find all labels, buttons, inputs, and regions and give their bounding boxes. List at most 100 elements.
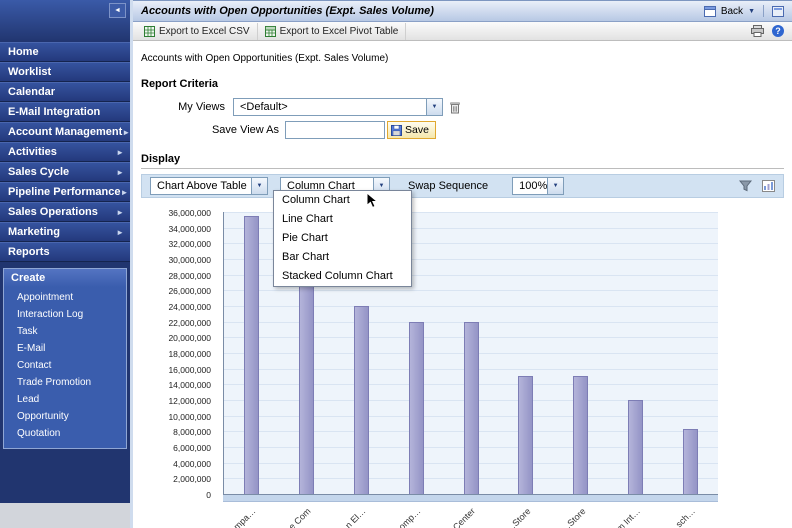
- sidebar-item-label: Calendar: [8, 86, 56, 98]
- create-link-quotation[interactable]: Quotation: [4, 425, 126, 442]
- export-pivot-button[interactable]: Export to Excel Pivot Table: [258, 22, 407, 40]
- zoom-value: 100%: [519, 180, 548, 192]
- sidebar-item-marketing[interactable]: Marketing ►: [0, 222, 130, 242]
- app-window: ◄ Home Worklist Calendar E-Mail Integration…: [0, 0, 792, 528]
- save-view-button[interactable]: Save: [387, 121, 436, 139]
- chart-settings-icon[interactable]: [762, 180, 775, 192]
- y-axis-tick-label: 36,000,000: [168, 208, 211, 218]
- create-link-opportunity[interactable]: Opportunity: [4, 408, 126, 425]
- my-views-dropdown-arrow-icon[interactable]: ▼: [426, 99, 442, 115]
- export-csv-button[interactable]: Export to Excel CSV: [137, 22, 258, 40]
- titlebar-separator: [763, 5, 764, 17]
- y-axis-tick-label: 14,000,000: [168, 380, 211, 391]
- chart-bar[interactable]: [573, 376, 589, 494]
- export-pivot-label: Export to Excel Pivot Table: [279, 25, 399, 37]
- create-link-lead[interactable]: Lead: [4, 391, 126, 408]
- sidebar-collapse-button[interactable]: ◄: [109, 3, 126, 18]
- sidebar-item-sales-operations[interactable]: Sales Operations ►: [0, 202, 130, 222]
- chart-bar[interactable]: [243, 216, 259, 494]
- excel-pivot-icon: [264, 25, 276, 37]
- create-links: Appointment Interaction Log Task E-Mail Cont…: [4, 287, 126, 448]
- chart-type-option-stacked-column-chart[interactable]: Stacked Column Chart: [274, 267, 411, 286]
- sidebar-item-label: Reports: [8, 246, 50, 258]
- y-axis-tick-label: 10,000,000: [168, 411, 211, 422]
- help-icon[interactable]: ?: [772, 25, 784, 37]
- chart-bar[interactable]: [518, 376, 534, 494]
- export-csv-label: Export to Excel CSV: [159, 25, 250, 37]
- create-link-contact[interactable]: Contact: [4, 357, 126, 374]
- create-link-task[interactable]: Task: [4, 323, 126, 340]
- my-views-value: <Default>: [240, 101, 288, 113]
- sidebar-item-reports[interactable]: Reports: [0, 242, 130, 262]
- sidebar-item-activities[interactable]: Activities ►: [0, 142, 130, 162]
- save-view-input[interactable]: [285, 121, 385, 139]
- sidebar-item-pipeline-performance[interactable]: Pipeline Performance ►: [0, 182, 130, 202]
- report-subtitle: Accounts with Open Opportunities (Expt. …: [141, 53, 389, 64]
- sidebar-item-account-management[interactable]: Account Management ►: [0, 122, 130, 142]
- create-link-interaction-log[interactable]: Interaction Log: [4, 306, 126, 323]
- page-titlebar: Accounts with Open Opportunities (Expt. …: [133, 0, 792, 22]
- chart-layout-dropdown-arrow-icon[interactable]: ▼: [251, 178, 267, 194]
- create-link-appointment[interactable]: Appointment: [4, 289, 126, 306]
- sidebar-nav: Home Worklist Calendar E-Mail Integration Ac…: [0, 42, 130, 262]
- window-menu-icon[interactable]: [772, 5, 784, 17]
- back-window-icon[interactable]: [703, 5, 716, 17]
- chart-toolbar: Chart Above Table ▼ Column Chart ▼ Swap …: [141, 174, 784, 198]
- sidebar-item-label: Home: [8, 46, 39, 58]
- filter-icon[interactable]: [739, 180, 752, 192]
- y-axis-tick-label: 0: [206, 490, 211, 500]
- swap-sequence-button[interactable]: Swap Sequence: [408, 180, 488, 192]
- chart-bar[interactable]: [463, 322, 479, 494]
- y-axis-tick-label: 18,000,000: [168, 349, 211, 359]
- chart-type-option-pie-chart[interactable]: Pie Chart: [274, 229, 411, 248]
- chart-baseline-strip: [223, 495, 718, 502]
- chart-bar[interactable]: [628, 400, 644, 494]
- y-axis-tick-label: 32,000,000: [168, 239, 211, 250]
- my-views-label: My Views: [178, 101, 225, 113]
- sidebar-item-label: Marketing: [8, 226, 60, 238]
- sidebar-item-sales-cycle[interactable]: Sales Cycle ►: [0, 162, 130, 182]
- y-axis-tick-label: 6,000,000: [173, 443, 211, 453]
- x-axis-category-label: …sch…: [667, 506, 698, 528]
- my-views-select[interactable]: <Default> ▼: [233, 98, 443, 116]
- navigation-sidebar: ◄ Home Worklist Calendar E-Mail Integration…: [0, 0, 130, 528]
- chart-bar[interactable]: [408, 322, 424, 494]
- sidebar-item-label: Activities: [8, 146, 57, 158]
- zoom-select[interactable]: 100% ▼: [512, 177, 565, 195]
- delete-view-icon[interactable]: [449, 101, 461, 114]
- display-rule: [141, 168, 784, 169]
- chart-bar[interactable]: [353, 306, 369, 494]
- submenu-arrow-icon: ►: [116, 207, 124, 217]
- create-panel-title: Create: [4, 269, 126, 287]
- x-axis-category-label: …e Com: [280, 506, 313, 528]
- sidebar-item-label: Pipeline Performance: [8, 186, 121, 198]
- sidebar-item-calendar[interactable]: Calendar: [0, 82, 130, 102]
- y-axis-tick-label: 24,000,000: [168, 302, 211, 312]
- page-title: Accounts with Open Opportunities (Expt. …: [141, 5, 434, 17]
- chart-type-option-line-chart[interactable]: Line Chart: [274, 210, 411, 229]
- print-icon[interactable]: [751, 25, 764, 37]
- chart-type-option-column-chart[interactable]: Column Chart: [274, 191, 411, 210]
- chart-type-option-bar-chart[interactable]: Bar Chart: [274, 248, 411, 267]
- back-button[interactable]: Back: [721, 6, 743, 17]
- create-link-e-mail[interactable]: E-Mail: [4, 340, 126, 357]
- report-criteria-heading: Report Criteria: [141, 78, 219, 90]
- chart-layout-select[interactable]: Chart Above Table ▼: [150, 177, 268, 195]
- y-axis-tick-label: 30,000,000: [168, 255, 211, 265]
- zoom-dropdown-arrow-icon[interactable]: ▼: [547, 178, 564, 194]
- excel-icon: [144, 25, 155, 37]
- titlebar-controls: Back ▼: [703, 5, 784, 17]
- sidebar-item-worklist[interactable]: Worklist: [0, 62, 130, 82]
- chart-bar[interactable]: [683, 429, 699, 494]
- submenu-arrow-icon: ►: [116, 147, 124, 157]
- sidebar-item-home[interactable]: Home: [0, 42, 130, 62]
- sidebar-item-e-mail-integration[interactable]: E-Mail Integration: [0, 102, 130, 122]
- export-toolbar: Export to Excel CSV Export to Excel Pivo…: [133, 22, 792, 41]
- chart-bar[interactable]: [298, 259, 314, 494]
- submenu-arrow-icon: ►: [116, 227, 124, 237]
- toolbar-right-icons: ?: [751, 25, 788, 37]
- back-dropdown-arrow-icon[interactable]: ▼: [748, 8, 755, 15]
- save-button-label: Save: [405, 124, 429, 136]
- sidebar-item-label: Sales Cycle: [8, 166, 70, 178]
- create-link-trade-promotion[interactable]: Trade Promotion: [4, 374, 126, 391]
